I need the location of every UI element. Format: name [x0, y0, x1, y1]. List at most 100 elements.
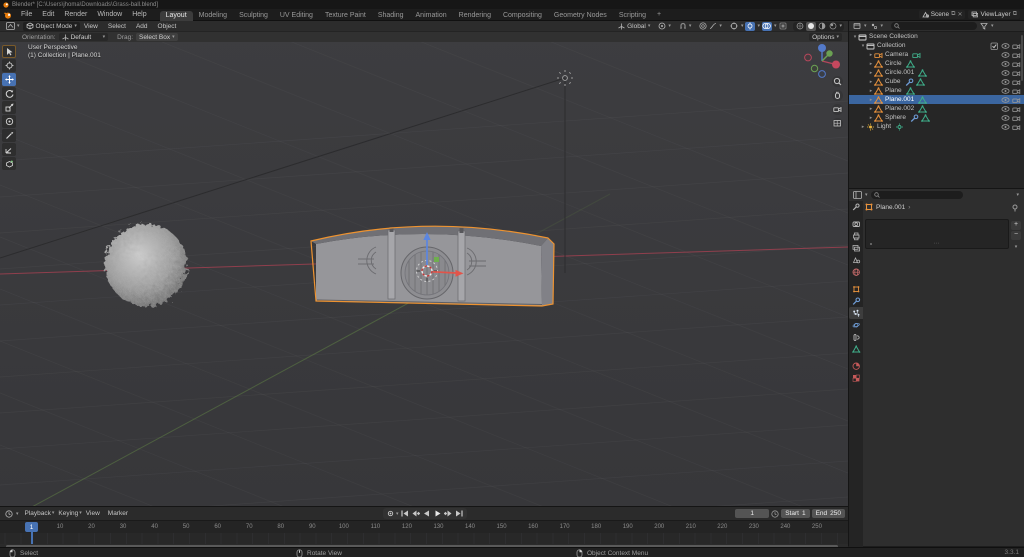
play-button[interactable]: [433, 509, 443, 518]
properties-search-input[interactable]: [870, 191, 963, 199]
render-camera-icon[interactable]: [1012, 105, 1021, 113]
pivot-point-dropdown[interactable]: ▾: [655, 22, 674, 31]
properties-tab-particles[interactable]: [849, 307, 863, 319]
outliner-row-sphere[interactable]: ▸ Sphere: [849, 113, 1024, 122]
unlink-scene-button[interactable]: ✕: [957, 11, 962, 18]
tool-measure[interactable]: [2, 143, 16, 156]
workspace-tab-geometry-nodes[interactable]: Geometry Nodes: [548, 11, 613, 21]
outliner-row-scene-collection[interactable]: ▾ Scene Collection: [849, 32, 1024, 41]
shading-material-button[interactable]: [817, 22, 827, 31]
shading-rendered-button[interactable]: [828, 22, 838, 31]
outliner-row-camera[interactable]: ▸ Camera: [849, 50, 1024, 59]
eye-icon[interactable]: [1001, 123, 1010, 131]
render-camera-icon[interactable]: [1012, 123, 1021, 131]
properties-tab-modifiers[interactable]: [849, 295, 863, 307]
viewport-menu-select[interactable]: Select: [104, 23, 130, 30]
overlays-toggle[interactable]: [761, 21, 772, 31]
door-object[interactable]: [310, 225, 555, 307]
gizmo-x-arrow[interactable]: [432, 270, 457, 274]
eye-icon[interactable]: [1001, 78, 1010, 86]
nav-toggle-perspective-button[interactable]: [832, 118, 843, 129]
workspace-tab-modeling[interactable]: Modeling: [193, 11, 233, 21]
outliner-row-plane-001[interactable]: ▸ Plane.001: [849, 95, 1024, 104]
eye-icon[interactable]: [1001, 87, 1010, 95]
workspace-tab-rendering[interactable]: Rendering: [453, 11, 497, 21]
tool-rotate[interactable]: [2, 87, 16, 100]
menu-edit[interactable]: Edit: [37, 9, 59, 20]
timeline-track[interactable]: [0, 533, 848, 544]
outliner-row-circle[interactable]: ▸ Circle: [849, 59, 1024, 68]
pin-icon[interactable]: [1011, 204, 1019, 212]
tool-annotate[interactable]: [2, 129, 16, 142]
outliner-row-light[interactable]: ▸ Light: [849, 122, 1024, 131]
nav-zoom-button[interactable]: [832, 76, 843, 87]
mode-dropdown[interactable]: Object Mode ▾: [22, 21, 80, 31]
tool-transform[interactable]: [2, 115, 16, 128]
outliner-row-cube[interactable]: ▸ Cube: [849, 77, 1024, 86]
auto-key-button[interactable]: [385, 509, 395, 518]
proportional-editing-toggle[interactable]: ▾: [696, 22, 725, 31]
jump-end-button[interactable]: [455, 509, 465, 518]
gizmo-y-handle[interactable]: [434, 257, 439, 262]
workspace-tab-compositing[interactable]: Compositing: [497, 11, 548, 21]
tool-add-cube[interactable]: [2, 157, 16, 170]
gizmos-toggle[interactable]: [745, 21, 756, 31]
render-camera-icon[interactable]: [1012, 78, 1021, 86]
render-camera-icon[interactable]: [1012, 114, 1021, 122]
new-scene-button[interactable]: ⧉: [951, 11, 955, 18]
grass-ball-object[interactable]: [105, 224, 187, 306]
properties-tab-constraints[interactable]: [849, 331, 863, 343]
render-camera-icon[interactable]: [1012, 60, 1021, 68]
timeline-ruler[interactable]: 10 20 30 40 50 60 70 80 90 100 110 120 130 140 150 160 1…: [0, 520, 848, 533]
outliner-row-plane[interactable]: ▸ Plane: [849, 86, 1024, 95]
properties-tab-material[interactable]: [849, 360, 863, 372]
tool-cursor[interactable]: [2, 59, 16, 72]
orientation-dropdown[interactable]: Default ▾: [58, 33, 109, 41]
scene-selector[interactable]: Scene ⧉ ✕: [918, 10, 966, 19]
timeline-menu-view[interactable]: View: [82, 510, 104, 517]
eye-icon[interactable]: [1001, 42, 1010, 50]
shading-solid-button[interactable]: [806, 21, 817, 31]
viewport-menu-object[interactable]: Object: [154, 23, 181, 30]
workspace-tab-scripting[interactable]: Scripting: [613, 11, 652, 21]
options-dropdown[interactable]: Options ▾: [809, 33, 842, 41]
properties-options-dropdown[interactable]: ▾: [1016, 192, 1019, 198]
properties-tab-world[interactable]: [849, 266, 863, 278]
start-frame-field[interactable]: Start 1: [781, 509, 810, 518]
eye-icon[interactable]: [1001, 51, 1010, 59]
drag-mode-dropdown[interactable]: Select Box ▾: [136, 33, 178, 41]
outliner-restriction-filter[interactable]: [979, 22, 989, 31]
jump-start-button[interactable]: [400, 509, 410, 518]
outliner-scrollbar[interactable]: [1021, 35, 1023, 81]
particle-system-list[interactable]: ⋯: [865, 219, 1009, 249]
list-resize-grip[interactable]: ⋯: [934, 240, 941, 247]
outliner-row-circle-001[interactable]: ▸ Circle.001: [849, 68, 1024, 77]
eye-icon[interactable]: [1001, 96, 1010, 104]
properties-tab-data[interactable]: [849, 343, 863, 355]
playhead-line[interactable]: [30, 530, 33, 544]
nav-gizmo[interactable]: [804, 44, 840, 78]
timeline-menu-marker[interactable]: Marker: [104, 510, 132, 517]
current-frame-field[interactable]: 1: [735, 509, 770, 518]
viewport-menu-add[interactable]: Add: [132, 23, 152, 30]
outliner-row-plane-002[interactable]: ▸ Plane.002: [849, 104, 1024, 113]
menu-help[interactable]: Help: [127, 9, 151, 20]
tool-select-box[interactable]: [2, 45, 16, 58]
timeline-menu-keying[interactable]: Keying: [54, 510, 82, 517]
menu-render[interactable]: Render: [59, 9, 92, 20]
workspace-tab-uv-editing[interactable]: UV Editing: [274, 11, 319, 21]
properties-tab-view-layer[interactable]: [849, 242, 863, 254]
properties-tab-object[interactable]: [849, 283, 863, 295]
properties-tab-tool[interactable]: [849, 201, 863, 213]
properties-tab-output[interactable]: [849, 230, 863, 242]
new-viewlayer-button[interactable]: ⧉: [1013, 11, 1017, 18]
breadcrumb-object-name[interactable]: Plane.001: [876, 204, 905, 211]
blender-menu-icon[interactable]: [0, 11, 16, 19]
menu-window[interactable]: Window: [92, 9, 127, 20]
render-camera-icon[interactable]: [1012, 87, 1021, 95]
tool-scale[interactable]: [2, 101, 16, 114]
render-camera-icon[interactable]: [1012, 69, 1021, 77]
show-gizmo-dropdown[interactable]: [729, 22, 739, 31]
timeline-menu-playback[interactable]: Playback: [21, 510, 55, 517]
play-reverse-button[interactable]: [422, 509, 432, 518]
